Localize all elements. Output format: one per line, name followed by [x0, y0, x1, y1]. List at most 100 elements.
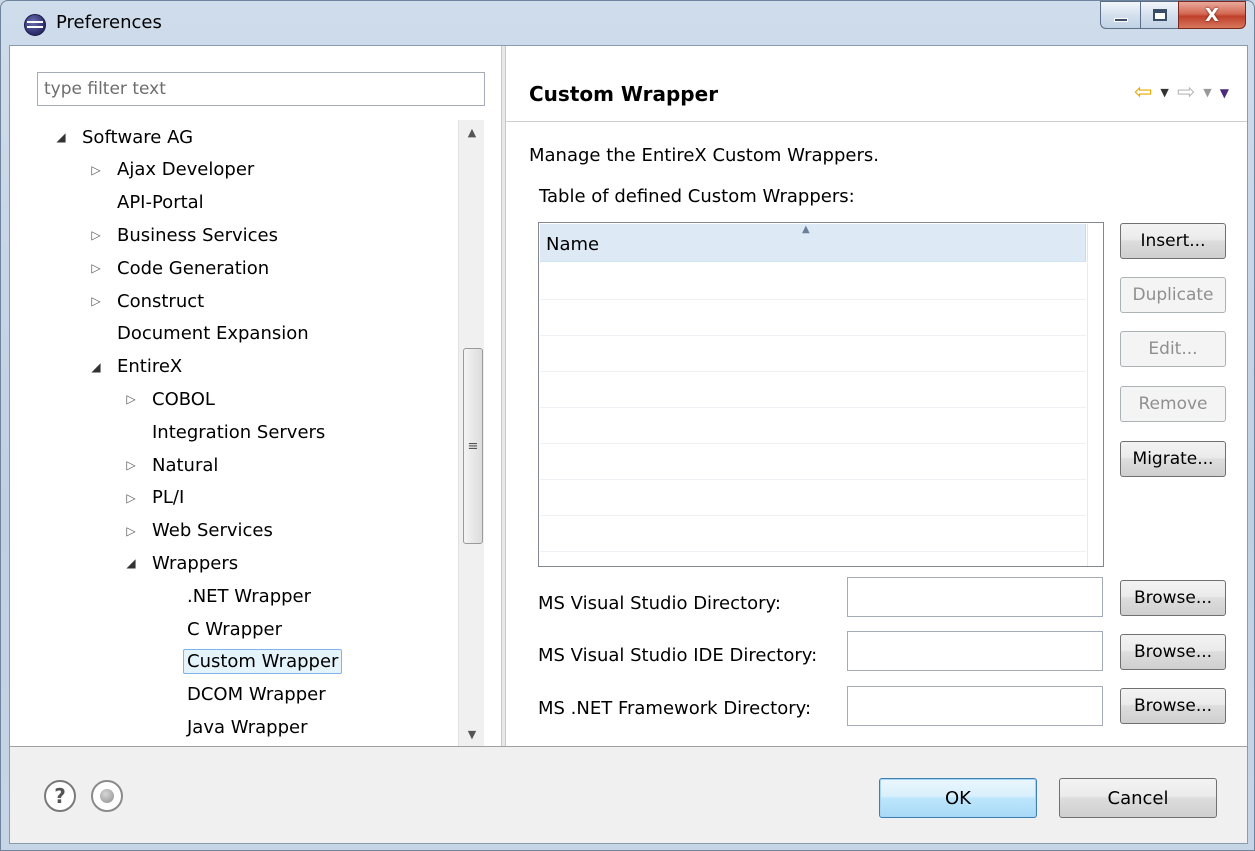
dialog-client-area: ◢ Software AG ▷ Ajax Developer API-Portal ▷ Bu… — [9, 45, 1248, 844]
tree-item[interactable]: Integration Servers — [124, 417, 329, 447]
tree-item[interactable]: .NET Wrapper — [159, 581, 315, 611]
table-row-line — [540, 407, 1086, 408]
collapsed-twisty-icon[interactable]: ▷ — [124, 458, 138, 472]
sort-ascending-icon: ▲ — [802, 224, 810, 235]
remove-button[interactable]: Remove — [1120, 386, 1226, 422]
tree-item-label: PL/I — [152, 487, 185, 509]
tree-item[interactable]: ▷ Business Services — [89, 220, 282, 250]
scroll-up-arrow-icon[interactable]: ▲ — [459, 120, 485, 144]
tree-item[interactable]: ◢ Wrappers — [124, 548, 242, 578]
tree-item[interactable]: ◢ EntireX — [89, 352, 186, 382]
dotnet-framework-directory-browse-button[interactable]: Browse... — [1120, 688, 1226, 724]
dotnet-framework-directory-input[interactable] — [847, 686, 1103, 726]
view-menu-icon[interactable]: ▼ — [1220, 86, 1229, 100]
grip-icon: ≡ — [467, 438, 479, 454]
migrate-button[interactable]: Migrate... — [1120, 441, 1226, 477]
page-title: Custom Wrapper — [529, 82, 719, 106]
maximize-button[interactable] — [1140, 1, 1178, 29]
tree-item[interactable]: ▷ Construct — [89, 286, 208, 316]
expanded-twisty-icon[interactable]: ◢ — [54, 130, 68, 144]
tree-item-label: COBOL — [152, 388, 215, 410]
tree-item[interactable]: ◢ Software AG — [54, 122, 197, 152]
scroll-thumb[interactable]: ≡ — [463, 348, 483, 544]
tree-item-label: Java Wrapper — [187, 716, 308, 738]
tree-item[interactable]: ▷ COBOL — [124, 384, 219, 414]
help-icon[interactable]: ? — [44, 780, 76, 812]
minimize-button[interactable] — [1100, 1, 1140, 29]
window-title: Preferences — [56, 12, 162, 33]
tree-item[interactable]: Java Wrapper — [159, 712, 312, 742]
vs-directory-input[interactable] — [847, 577, 1103, 617]
column-header-label: Name — [546, 234, 600, 255]
table-label: Table of defined Custom Wrappers: — [539, 186, 855, 207]
dialog-footer: ? OK Cancel — [10, 747, 1247, 843]
eclipse-app-icon — [24, 14, 46, 36]
collapsed-twisty-icon[interactable]: ▷ — [89, 163, 103, 177]
vs-ide-directory-browse-button[interactable]: Browse... — [1120, 634, 1226, 670]
tree-item[interactable]: DCOM Wrapper — [159, 680, 330, 710]
tree-item[interactable]: ▷ Code Generation — [89, 253, 273, 283]
cancel-button[interactable]: Cancel — [1059, 778, 1217, 818]
vs-directory-label: MS Visual Studio Directory: — [538, 593, 781, 614]
tree-item-label: Code Generation — [117, 257, 270, 279]
tree-item[interactable]: ▷ PL/I — [124, 483, 188, 513]
collapsed-twisty-icon[interactable]: ▷ — [124, 524, 138, 538]
tree-item[interactable]: Document Expansion — [89, 319, 313, 349]
table-row-line — [540, 371, 1086, 372]
tree-item-label: DCOM Wrapper — [187, 684, 326, 706]
tree-item-label: Software AG — [82, 126, 194, 148]
tree-scrollbar[interactable]: ▲ ≡ ▼ — [458, 120, 484, 746]
expanded-twisty-icon[interactable]: ◢ — [89, 360, 103, 374]
scroll-down-arrow-icon[interactable]: ▼ — [459, 722, 485, 746]
title-bar[interactable]: Preferences X — [1, 1, 1254, 45]
duplicate-button[interactable]: Duplicate — [1120, 277, 1226, 313]
custom-wrappers-table[interactable]: Name ▲ — [538, 222, 1104, 567]
maximize-icon — [1152, 9, 1167, 21]
insert-button[interactable]: Insert... — [1120, 223, 1226, 259]
tree-item-label: Document Expansion — [117, 323, 309, 345]
close-button[interactable]: X — [1178, 1, 1246, 29]
expanded-twisty-icon[interactable]: ◢ — [124, 556, 138, 570]
history-nav: ⇦ ▼ ⇨ ▼ ▼ — [1134, 80, 1229, 105]
record-macro-icon[interactable] — [91, 780, 123, 812]
vs-ide-directory-input[interactable] — [847, 631, 1103, 671]
minimize-icon — [1113, 18, 1128, 22]
tree-item-label: EntireX — [117, 356, 183, 378]
record-dot — [100, 789, 114, 803]
forward-dropdown-icon[interactable]: ▼ — [1203, 86, 1211, 99]
collapsed-twisty-icon[interactable]: ▷ — [89, 228, 103, 242]
preference-tree: ◢ Software AG ▷ Ajax Developer API-Portal ▷ Bu… — [10, 120, 480, 746]
back-dropdown-icon[interactable]: ▼ — [1160, 86, 1168, 99]
tree-item[interactable]: C Wrapper — [159, 614, 286, 644]
tree-item[interactable]: API-Portal — [89, 188, 208, 218]
collapsed-twisty-icon[interactable]: ▷ — [124, 491, 138, 505]
tree-item[interactable]: ▷ Web Services — [124, 516, 277, 546]
column-header-filler — [1087, 224, 1103, 262]
collapsed-twisty-icon[interactable]: ▷ — [89, 294, 103, 308]
tree-item[interactable]: ▷ Natural — [124, 450, 222, 480]
back-arrow-icon[interactable]: ⇦ — [1134, 80, 1152, 105]
table-row-line — [540, 299, 1086, 300]
tree-item-label: Web Services — [152, 520, 273, 542]
dotnet-framework-directory-label: MS .NET Framework Directory: — [538, 698, 812, 719]
column-header-name[interactable]: Name ▲ — [540, 224, 1086, 262]
table-row-line — [540, 515, 1086, 516]
edit-button[interactable]: Edit... — [1120, 331, 1226, 367]
tree-item-label: Business Services — [117, 224, 278, 246]
window-controls: X — [1100, 1, 1246, 31]
table-row-line — [540, 479, 1086, 480]
page-header: Custom Wrapper ⇦ ▼ ⇨ ▼ ▼ — [506, 46, 1247, 122]
tree-item[interactable]: ▷ Ajax Developer — [89, 155, 258, 185]
tree-item-label: API-Portal — [117, 192, 204, 214]
vs-directory-browse-button[interactable]: Browse... — [1120, 580, 1226, 616]
page-description: Manage the EntireX Custom Wrappers. — [529, 145, 879, 166]
filter-input[interactable] — [37, 72, 485, 106]
ok-button[interactable]: OK — [879, 778, 1037, 818]
forward-arrow-icon[interactable]: ⇨ — [1177, 80, 1195, 105]
tree-item-label: Natural — [152, 454, 219, 476]
collapsed-twisty-icon[interactable]: ▷ — [124, 392, 138, 406]
tree-item[interactable]: Custom Wrapper — [159, 647, 343, 677]
table-row-line — [540, 443, 1086, 444]
preference-page: Custom Wrapper ⇦ ▼ ⇨ ▼ ▼ Manage the Enti… — [506, 46, 1247, 746]
collapsed-twisty-icon[interactable]: ▷ — [89, 261, 103, 275]
